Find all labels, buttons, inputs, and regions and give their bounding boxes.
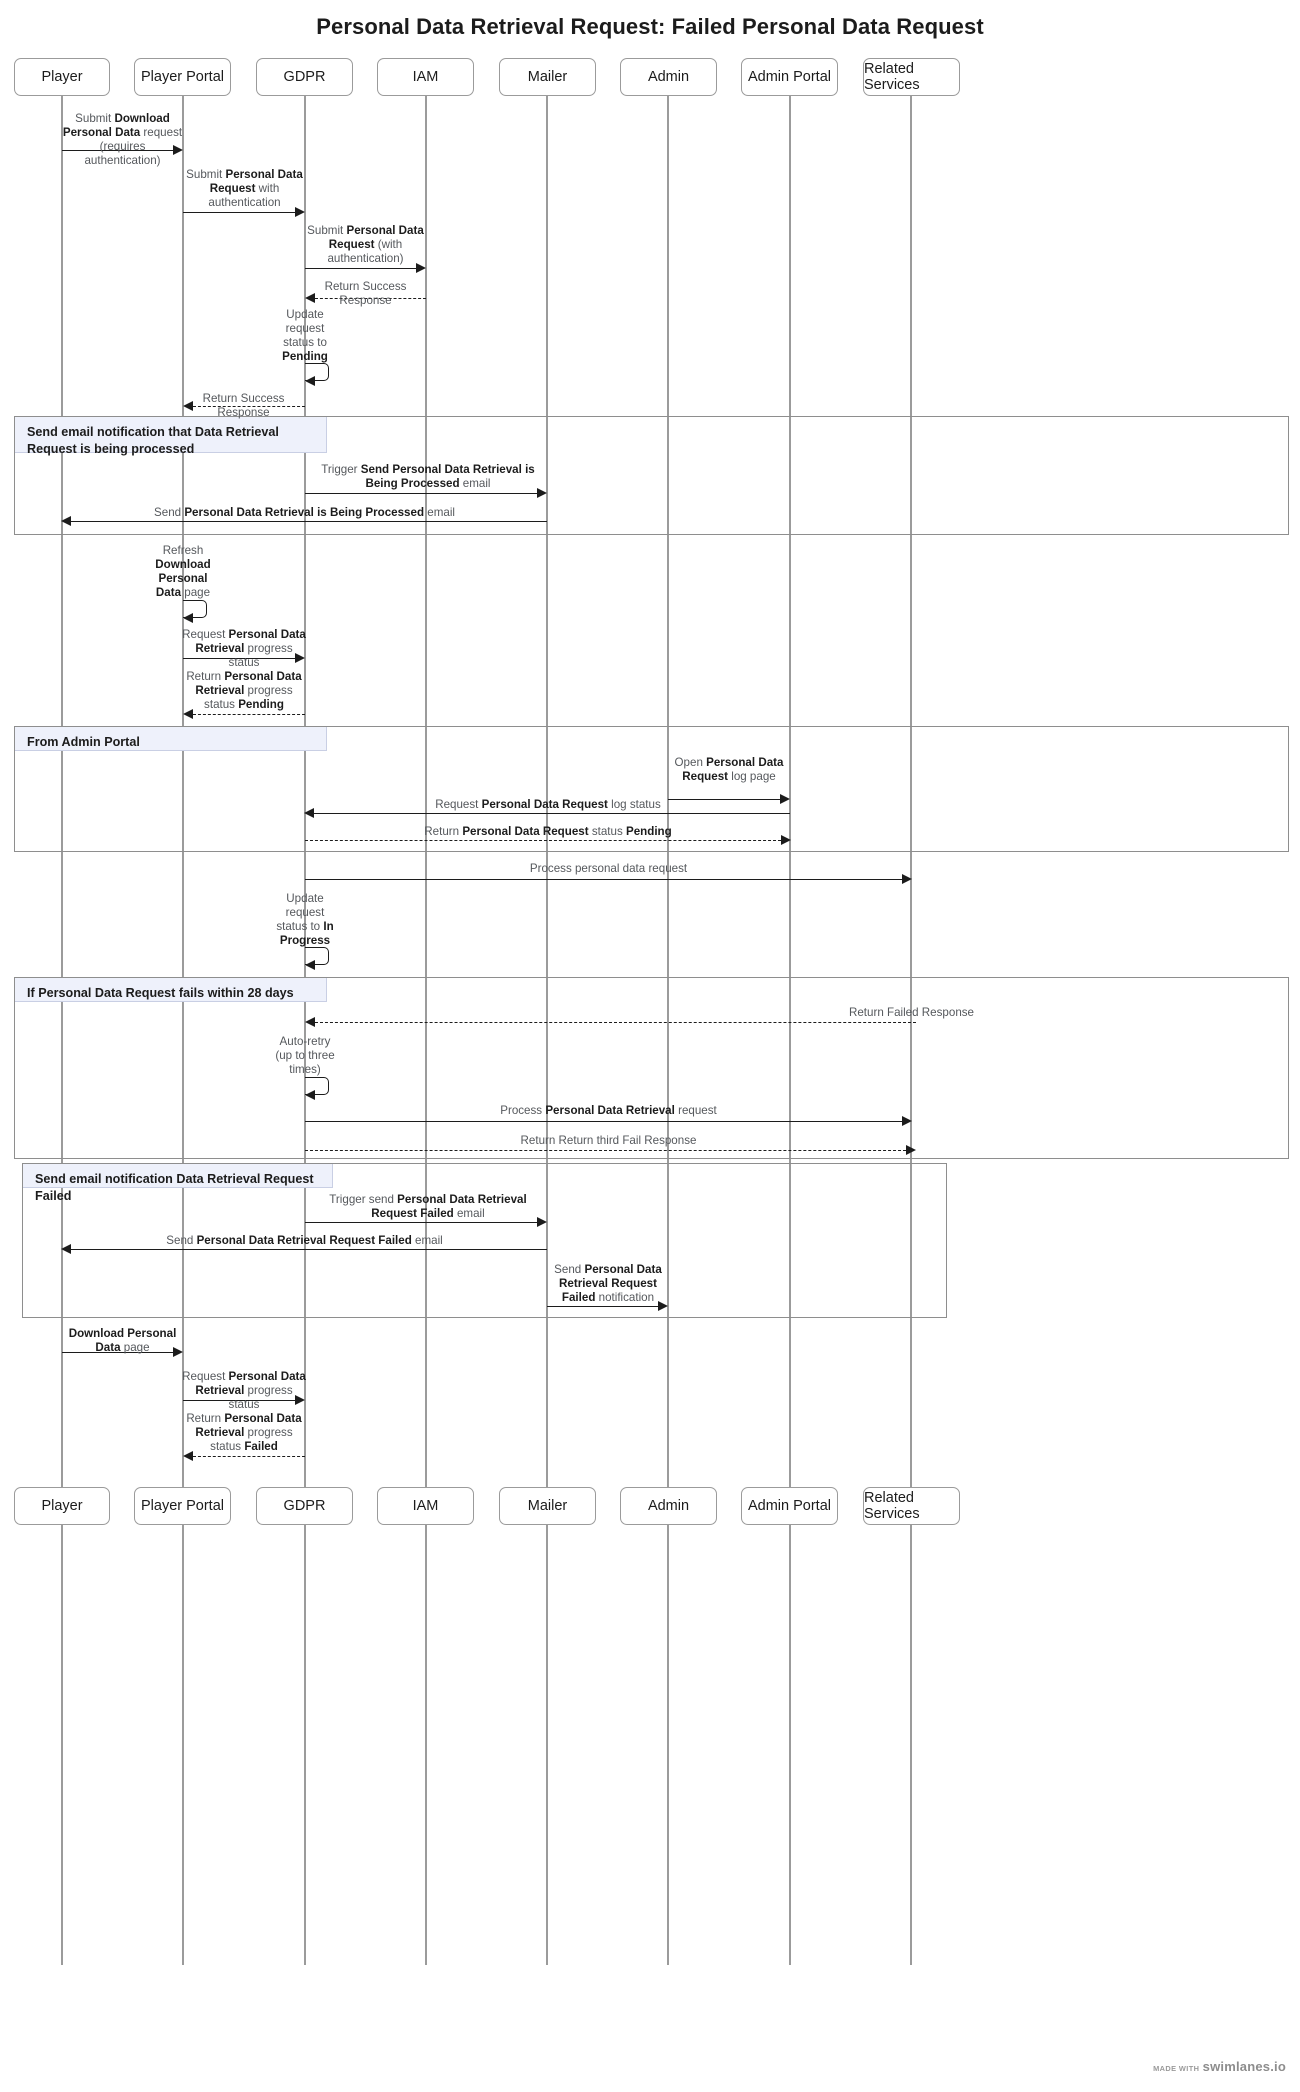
actor-head-admin-portal[interactable]: Admin Portal <box>741 58 838 96</box>
actor-label: Player Portal <box>140 69 224 85</box>
actor-label: IAM <box>412 69 439 85</box>
actor-label: Player <box>41 69 83 85</box>
fragment-email-processing-label: Send email notification that Data Retrie… <box>15 417 327 456</box>
message-m5-selfloop <box>305 363 329 381</box>
message-label-m21: Trigger send Personal Data Retrieval Req… <box>329 1193 527 1221</box>
actor-label: Admin Portal <box>747 69 831 85</box>
message-label-m2: Submit Personal Data Request with authen… <box>186 168 303 210</box>
actor-label: Admin <box>647 69 690 85</box>
actor-foot-gdpr[interactable]: GDPR <box>256 1487 353 1525</box>
actor-label: Mailer <box>527 69 568 85</box>
actor-foot-admin[interactable]: Admin <box>620 1487 717 1525</box>
fragment-email-failed-label: Send email notification Data Retrieval R… <box>23 1164 333 1203</box>
actor-label: IAM <box>412 1498 439 1514</box>
message-label-m1: Submit Download Personal Data request (r… <box>62 112 183 168</box>
message-label-m10: Request Personal Data Retrieval progress… <box>182 628 306 670</box>
actor-head-player-portal[interactable]: Player Portal <box>134 58 231 96</box>
message-label-m11: Return Personal Data Retrieval progress … <box>186 670 302 712</box>
actor-label: Player <box>41 1498 83 1514</box>
actor-head-player[interactable]: Player <box>14 58 110 96</box>
message-label-m6: Return Success Response <box>202 392 285 420</box>
message-label-m24: Download Personal Data page <box>68 1327 177 1355</box>
page-title: Personal Data Retrieval Request: Failed … <box>316 14 984 39</box>
actor-label: Admin Portal <box>747 1498 831 1514</box>
actor-foot-related-services[interactable]: Related Services <box>863 1487 960 1525</box>
actor-head-related-services[interactable]: Related Services <box>863 58 960 96</box>
actor-label: Mailer <box>527 1498 568 1514</box>
sequence-diagram-canvas: Personal Data Retrieval Request: Failed … <box>0 0 1300 2092</box>
actor-foot-admin-portal[interactable]: Admin Portal <box>741 1487 838 1525</box>
actor-foot-iam[interactable]: IAM <box>377 1487 474 1525</box>
actor-label: Admin <box>647 1498 690 1514</box>
actor-foot-player-portal[interactable]: Player Portal <box>134 1487 231 1525</box>
message-m18-selfloop <box>305 1077 329 1095</box>
swimlanes-watermark: MADE WITH swimlanes.io <box>1153 2059 1286 2074</box>
actor-label: GDPR <box>283 69 326 85</box>
message-label-m17: Return Failed Response <box>848 1006 975 1019</box>
actor-label: Related Services <box>864 1490 920 1522</box>
message-m16-selfloop <box>305 947 329 965</box>
message-label-m23: Send Personal Data Retrieval Request Fai… <box>554 1263 662 1305</box>
message-label-m18: Auto-retry (up to three times) <box>275 1035 335 1077</box>
watermark-brand: swimlanes.io <box>1202 2059 1286 2074</box>
message-label-m12: Open Personal Data Request log page <box>674 756 784 784</box>
actor-head-iam[interactable]: IAM <box>377 58 474 96</box>
message-label-m16: Update request status to In Progress <box>276 892 334 948</box>
fragment-fails-28-days-label: If Personal Data Request fails within 28… <box>15 978 327 1002</box>
message-label-m15: Process personal data request <box>529 862 688 875</box>
message-label-m20: Return Return third Fail Response <box>520 1134 697 1147</box>
message-label-m9: Refresh Download Personal Data page <box>155 544 211 600</box>
message-m9-selfloop <box>183 600 207 618</box>
actor-label: Related Services <box>864 61 920 93</box>
message-label-m3: Submit Personal Data Request (with authe… <box>307 224 424 266</box>
message-label-m13: Request Personal Data Request log status <box>435 798 661 811</box>
actor-head-gdpr[interactable]: GDPR <box>256 58 353 96</box>
actor-head-admin[interactable]: Admin <box>620 58 717 96</box>
actor-foot-mailer[interactable]: Mailer <box>499 1487 596 1525</box>
message-label-m5: Update request status to Pending <box>282 308 328 364</box>
fragment-from-admin-portal-label: From Admin Portal <box>15 727 327 751</box>
actor-label: Player Portal <box>140 1498 224 1514</box>
message-label-m26: Return Personal Data Retrieval progress … <box>186 1412 302 1454</box>
message-label-m19: Process Personal Data Retrieval request <box>500 1104 717 1117</box>
message-label-m7: Trigger Send Personal Data Retrieval is … <box>321 463 535 491</box>
message-label-m4: Return Success Response <box>324 280 407 308</box>
watermark-made-with: MADE WITH <box>1153 2064 1200 2073</box>
actor-label: GDPR <box>283 1498 326 1514</box>
actor-foot-player[interactable]: Player <box>14 1487 110 1525</box>
message-label-m8: Send Personal Data Retrieval is Being Pr… <box>154 506 455 519</box>
message-label-m14: Return Personal Data Request status Pend… <box>424 825 672 838</box>
actor-head-mailer[interactable]: Mailer <box>499 58 596 96</box>
message-label-m25: Request Personal Data Retrieval progress… <box>182 1370 306 1412</box>
fragment-fails-28-days <box>14 977 1289 1159</box>
message-label-m22: Send Personal Data Retrieval Request Fai… <box>166 1234 443 1247</box>
